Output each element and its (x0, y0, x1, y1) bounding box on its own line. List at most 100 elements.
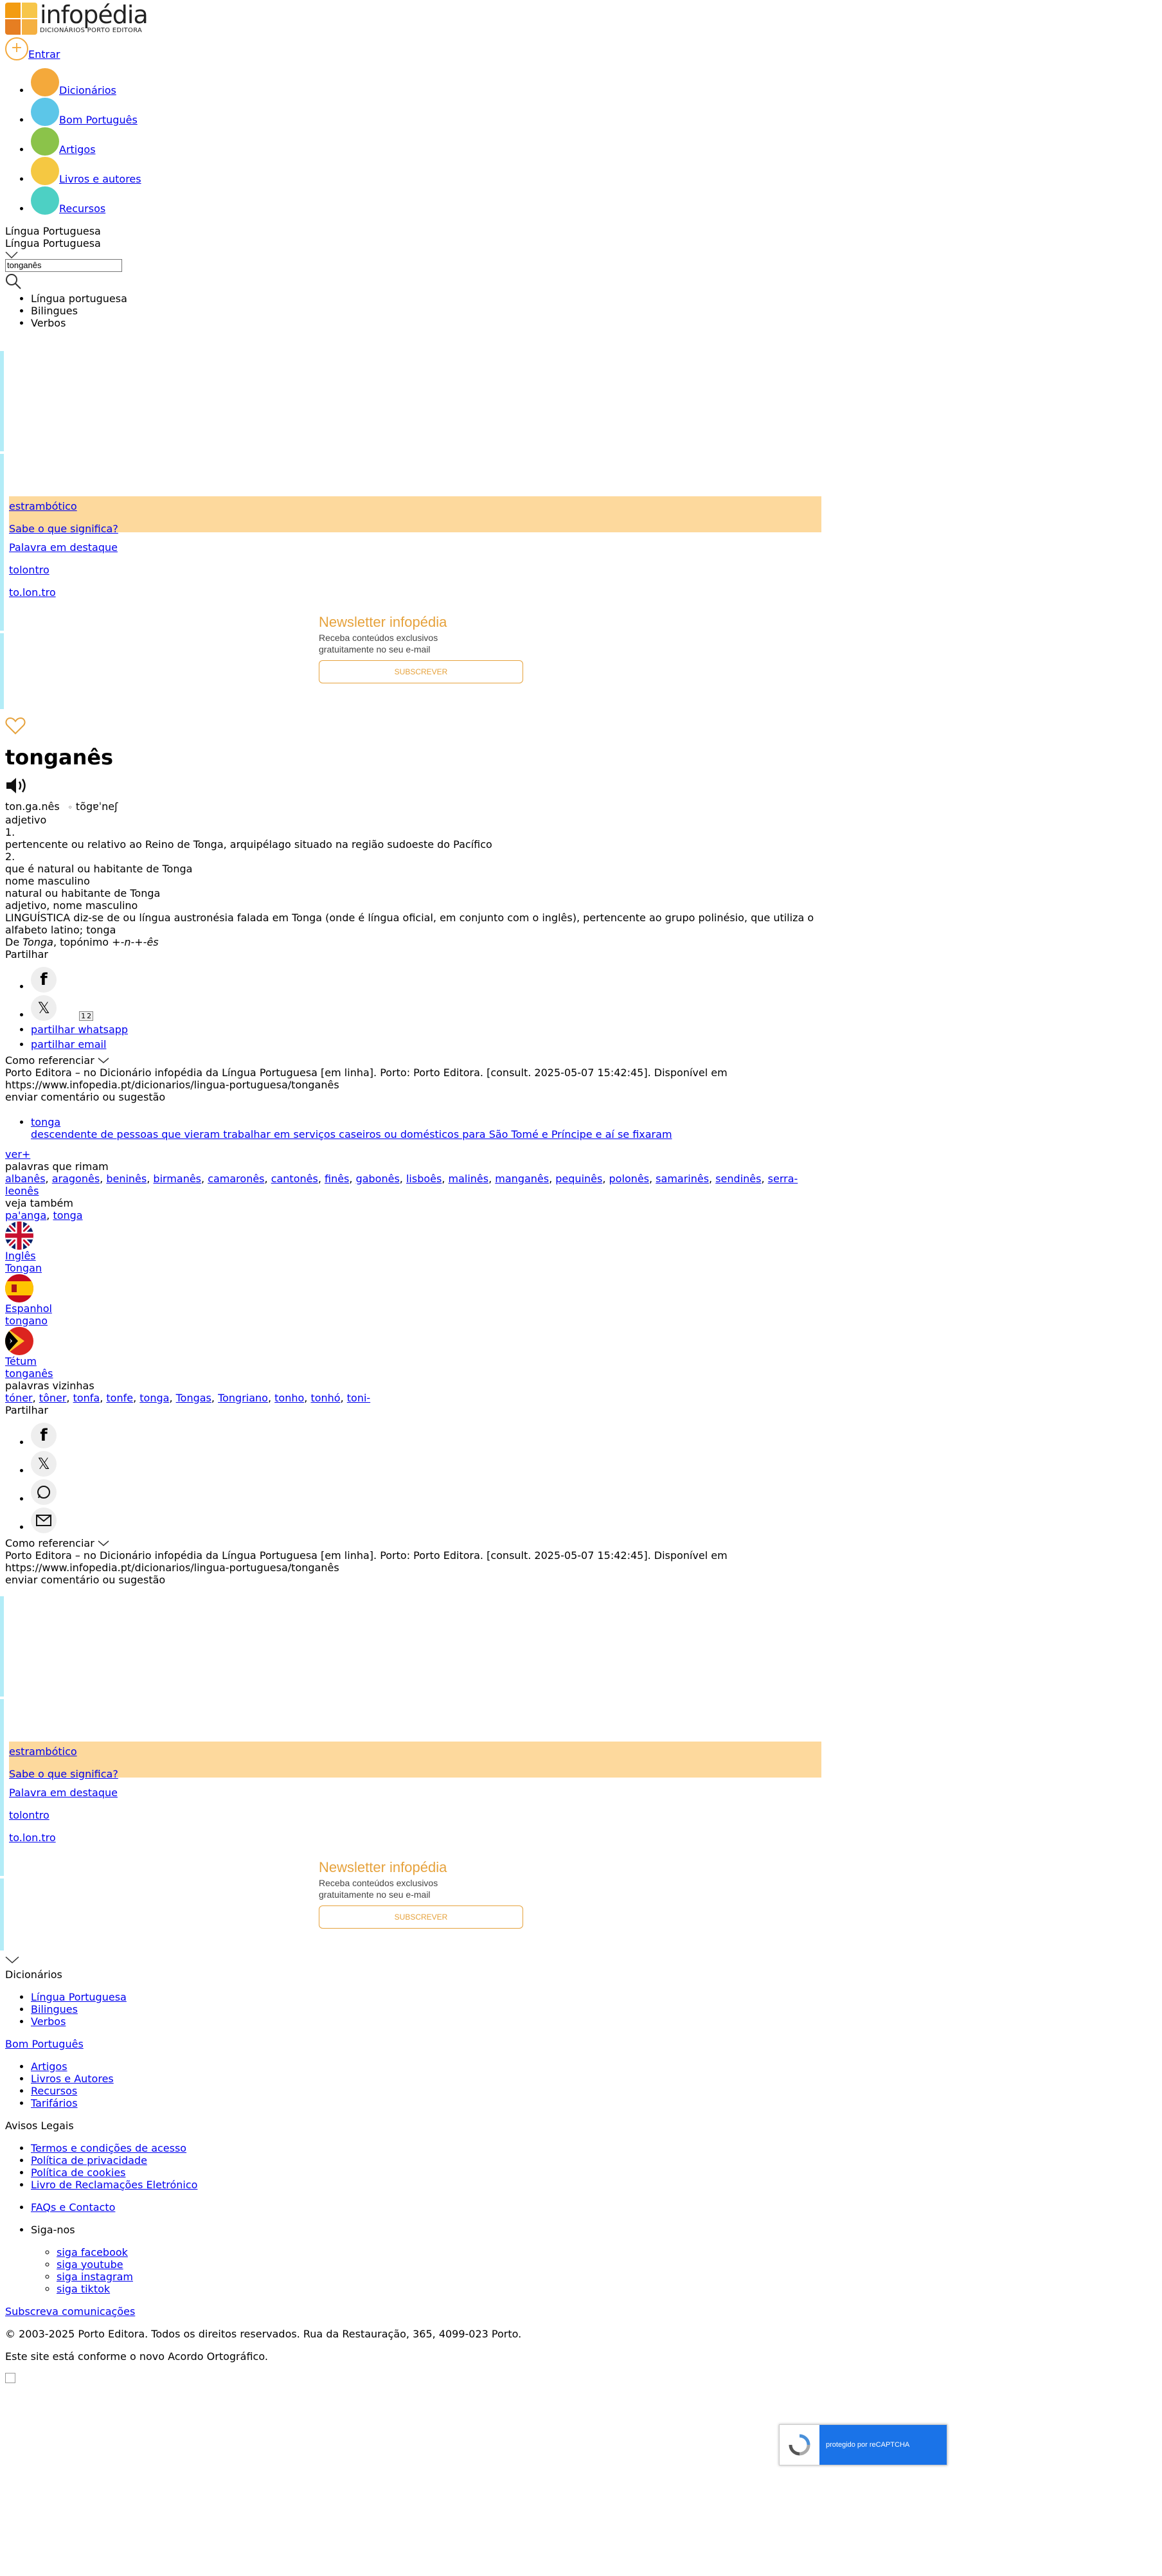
footer-faq-link[interactable]: FAQs e Contacto (31, 2201, 115, 2213)
tiktok-follow-link[interactable]: siga tiktok (57, 2283, 110, 2295)
translation-word[interactable]: tongano (5, 1315, 48, 1327)
see-also-link[interactable]: pa'anga (5, 1209, 46, 1221)
nav-link-recursos[interactable]: Recursos (59, 203, 105, 215)
neighbor-link[interactable]: tonga (139, 1392, 169, 1404)
nav-link-livros[interactable]: Livros e autores (59, 173, 141, 185)
translation-word[interactable]: tonganês (5, 1367, 53, 1380)
see-more-link[interactable]: ver+ (5, 1148, 30, 1160)
neighbor-link[interactable]: tonhó (310, 1392, 340, 1404)
neighbor-link[interactable]: tôner (39, 1392, 67, 1404)
nav-item-livros[interactable]: Livros e autores (31, 157, 1157, 185)
footer-link[interactable]: Recursos (31, 2085, 77, 2097)
footer-link[interactable]: Política de privacidade (31, 2154, 147, 2166)
whatsapp-icon[interactable] (31, 1479, 57, 1505)
email-share-link[interactable]: partilhar email (31, 1038, 106, 1050)
footer-link[interactable]: Artigos (31, 2060, 67, 2073)
rhyme-link[interactable]: cantonês (271, 1173, 318, 1185)
citation-label[interactable]: Como referenciar (5, 1054, 94, 1067)
footer-link[interactable]: Verbos (31, 2015, 66, 2028)
nav-link-bom-portugues[interactable]: Bom Português (59, 114, 138, 126)
share-item[interactable]: partilhar whatsapp (31, 1023, 1157, 1036)
featured-word[interactable]: tolontro (9, 564, 49, 576)
chevron-down-icon[interactable] (98, 1540, 109, 1547)
footer-heading-bom-portugues[interactable]: Bom Português (5, 2038, 84, 2050)
rhyme-link[interactable]: birmanês (153, 1173, 201, 1185)
rhyme-link[interactable]: beninês (106, 1173, 147, 1185)
nav-item-dicionarios[interactable]: Dicionários (31, 68, 1157, 96)
word-of-day-band[interactable]: estrambótico Sabe o que significa? (9, 1741, 821, 1780)
citation-label[interactable]: Como referenciar (5, 1537, 94, 1549)
translation-item[interactable]: Inglês Tongan (5, 1221, 1157, 1274)
nav-link-dicionarios[interactable]: Dicionários (59, 84, 116, 96)
rhyme-link[interactable]: pequinês (555, 1173, 602, 1185)
share-item[interactable]: partilhar email (31, 1038, 1157, 1050)
footer-link[interactable]: Política de cookies (31, 2166, 126, 2179)
facebook-follow-link[interactable]: siga facebook (57, 2246, 128, 2258)
newsletter-subscribe-button[interactable]: SUBSCREVER (319, 660, 523, 683)
rhyme-link[interactable]: lisboês (406, 1173, 442, 1185)
search-scope-option[interactable]: Verbos (31, 317, 1157, 329)
search-icon[interactable] (5, 273, 1157, 290)
dictionary-selector[interactable]: Língua Portuguesa (5, 237, 1157, 249)
rhyme-link[interactable]: samarinês (656, 1173, 709, 1185)
neighbor-link[interactable]: Tongriano (218, 1392, 268, 1404)
translation-item[interactable]: Espanhol tongano (5, 1274, 1157, 1327)
translation-language[interactable]: Tétum (5, 1355, 37, 1367)
login-icon[interactable]: + (5, 37, 28, 60)
instagram-follow-link[interactable]: siga instagram (57, 2271, 133, 2283)
chevron-down-icon[interactable] (98, 1057, 109, 1064)
related-link[interactable]: tonga (31, 1116, 60, 1128)
translation-word[interactable]: Tongan (5, 1262, 42, 1274)
featured-word[interactable]: tolontro (9, 1809, 49, 1821)
neighbor-link[interactable]: tonfa (73, 1392, 100, 1404)
login-link[interactable]: Entrar (28, 48, 60, 60)
search-input[interactable] (5, 258, 122, 272)
chevron-down-icon[interactable] (5, 249, 1157, 259)
nav-item-recursos[interactable]: Recursos (31, 186, 1157, 215)
whatsapp-share-link[interactable]: partilhar whatsapp (31, 1023, 128, 1036)
share-item[interactable]: f (31, 1422, 1157, 1448)
featured-word-label[interactable]: Palavra em destaque (9, 541, 118, 554)
featured-word-syllables[interactable]: to.lon.tro (9, 1832, 56, 1844)
audio-icon[interactable] (5, 776, 1157, 797)
feedback-link[interactable]: enviar comentário ou sugestão (5, 1574, 1157, 1586)
share-item[interactable] (31, 1507, 1157, 1533)
rhyme-link[interactable]: aragonês (52, 1173, 100, 1185)
rhyme-link[interactable]: albanês (5, 1173, 46, 1185)
footer-link[interactable]: Bilingues (31, 2003, 78, 2015)
page-number[interactable]: 2 (87, 1012, 91, 1020)
rhyme-link[interactable]: camaronês (208, 1173, 264, 1185)
nav-link-artigos[interactable]: Artigos (59, 143, 96, 156)
x-twitter-icon[interactable]: 𝕏 (31, 1450, 57, 1477)
favorite-heart-icon[interactable] (5, 717, 1157, 736)
nav-item-bom-portugues[interactable]: Bom Português (31, 98, 1157, 126)
rhyme-link[interactable]: gabonês (356, 1173, 400, 1185)
see-also-link[interactable]: tonga (53, 1209, 82, 1221)
footer-link[interactable]: Tarifários (31, 2097, 78, 2109)
featured-word-syllables[interactable]: to.lon.tro (9, 586, 56, 599)
search-scope-option[interactable]: Língua portuguesa (31, 293, 1157, 305)
rhyme-link[interactable]: finês (325, 1173, 349, 1185)
neighbor-link[interactable]: Tongas (176, 1392, 211, 1404)
featured-word-label[interactable]: Palavra em destaque (9, 1787, 118, 1799)
rhyme-link[interactable]: sendinês (715, 1173, 761, 1185)
translation-item[interactable]: Tétum tonganês (5, 1326, 1157, 1380)
footer-link[interactable]: Livro de Reclamações Eletrónico (31, 2179, 197, 2191)
word-of-day-question[interactable]: Sabe o que significa? (9, 1768, 118, 1780)
feedback-link[interactable]: enviar comentário ou sugestão (5, 1091, 1157, 1103)
rhyme-link[interactable]: manganês (495, 1173, 549, 1185)
rhyme-link[interactable]: polonês (609, 1173, 650, 1185)
chevron-down-icon[interactable] (5, 1954, 1157, 1968)
rhyme-link[interactable]: malinês (449, 1173, 489, 1185)
share-item[interactable]: f (31, 966, 1157, 993)
footer-link[interactable]: Língua Portuguesa (31, 1991, 127, 2003)
word-of-day-link[interactable]: estrambótico (9, 500, 77, 512)
share-item[interactable] (31, 1479, 1157, 1505)
word-of-day-question[interactable]: Sabe o que significa? (9, 523, 118, 535)
email-icon[interactable] (31, 1507, 57, 1533)
infopedia-logo[interactable]: infopédia DICIONÁRIOS PORTO EDITORA (5, 0, 1157, 37)
share-item[interactable]: 𝕏 (31, 1450, 1157, 1477)
recaptcha-badge[interactable]: protegido por reCAPTCHA (779, 2424, 947, 2465)
share-item[interactable]: 𝕏 12 (31, 995, 1157, 1021)
translation-language[interactable]: Espanhol (5, 1302, 52, 1315)
